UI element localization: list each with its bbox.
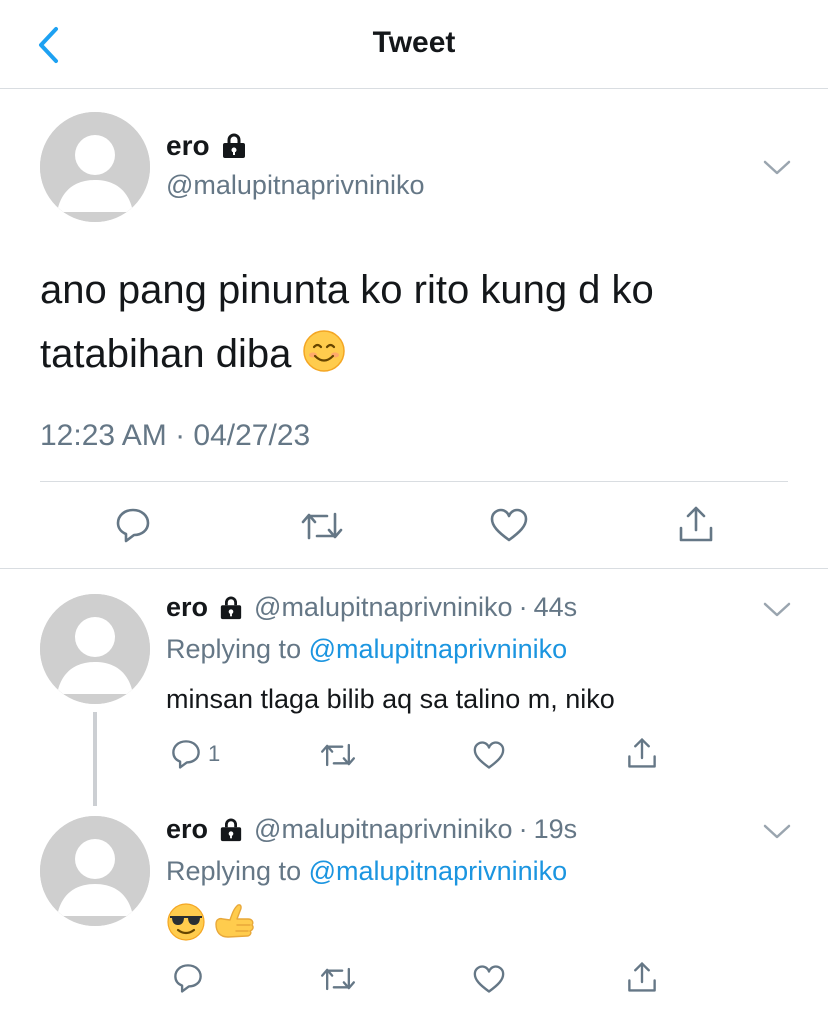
nav-bar: Tweet xyxy=(0,0,828,89)
author-name[interactable]: ero xyxy=(166,814,208,845)
reply-emoji-row xyxy=(166,902,256,942)
lock-icon xyxy=(220,596,242,619)
reply-time: 19s xyxy=(533,814,578,844)
lock-badge xyxy=(218,818,244,842)
reply-icon xyxy=(174,964,202,993)
replying-to-label: Replying to xyxy=(166,634,309,664)
share-button[interactable] xyxy=(677,504,715,544)
retweet-icon xyxy=(321,743,355,767)
like-button[interactable] xyxy=(472,740,506,770)
like-button[interactable] xyxy=(489,507,529,543)
default-avatar-icon xyxy=(40,594,150,704)
author-handle[interactable]: @malupitnaprivniniko xyxy=(254,592,513,623)
reply-button[interactable]: 1 xyxy=(170,738,220,770)
share-icon xyxy=(628,962,656,992)
like-icon xyxy=(473,965,505,993)
reply-header: ero @malupitnaprivniniko · 19s xyxy=(166,814,577,845)
chevron-down-icon[interactable] xyxy=(762,598,792,620)
section-divider xyxy=(0,568,828,569)
separator-dot: · xyxy=(518,814,528,844)
reply-button[interactable] xyxy=(114,506,152,544)
like-icon xyxy=(490,508,528,542)
reply-time: 44s xyxy=(533,592,578,622)
mention-link[interactable]: @malupitnaprivniniko xyxy=(309,634,568,664)
tweet-text: ano pang pinunta ko rito kung d ko tatab… xyxy=(40,258,800,386)
like-button[interactable] xyxy=(472,964,506,994)
chevron-down-icon[interactable] xyxy=(762,156,792,178)
sunglasses-face-icon xyxy=(167,903,205,941)
lock-badge xyxy=(218,596,244,620)
replying-to: Replying to @malupitnaprivniniko xyxy=(166,634,567,665)
tweet-timestamp: 12:23 AM · 04/27/23 xyxy=(40,419,311,452)
thread-connector xyxy=(93,712,97,806)
retweet-button[interactable] xyxy=(301,508,343,544)
avatar[interactable] xyxy=(40,816,150,926)
reply-icon xyxy=(172,740,200,769)
retweet-icon xyxy=(301,512,343,540)
divider xyxy=(40,481,788,482)
avatar[interactable] xyxy=(40,112,150,222)
retweet-icon xyxy=(321,967,355,991)
reply-count: 1 xyxy=(208,741,221,766)
call-me-hand-icon xyxy=(215,904,254,938)
mention-link[interactable]: @malupitnaprivniniko xyxy=(309,856,568,886)
lock-icon xyxy=(220,818,242,841)
author-name[interactable]: ero xyxy=(166,130,210,162)
avatar[interactable] xyxy=(40,594,150,704)
chevron-down-icon[interactable] xyxy=(762,820,792,842)
like-icon xyxy=(473,741,505,769)
smiling-face-icon xyxy=(303,330,346,372)
replying-to: Replying to @malupitnaprivniniko xyxy=(166,856,567,887)
author-handle[interactable]: @malupitnaprivniniko xyxy=(166,170,425,201)
lock-icon xyxy=(222,133,245,158)
retweet-button[interactable] xyxy=(320,740,356,770)
reply-text: minsan tlaga bilib aq sa talino m, niko xyxy=(166,684,615,714)
author-handle[interactable]: @malupitnaprivniniko xyxy=(254,814,513,845)
default-avatar-icon xyxy=(40,816,150,926)
author-name[interactable]: ero xyxy=(166,592,208,623)
tweet-actions xyxy=(0,500,828,550)
share-icon xyxy=(679,506,713,542)
author-name-row: ero xyxy=(166,130,248,162)
reply-icon xyxy=(116,508,150,543)
reply-header: ero @malupitnaprivniniko · 44s xyxy=(166,592,577,623)
page-title: Tweet xyxy=(372,26,456,59)
share-icon xyxy=(628,738,656,768)
share-button[interactable] xyxy=(626,960,658,994)
separator-dot: · xyxy=(518,592,528,622)
tweet-text-body: ano pang pinunta ko rito kung d ko tatab… xyxy=(40,268,654,376)
replying-to-label: Replying to xyxy=(166,856,309,886)
share-button[interactable] xyxy=(626,736,658,770)
default-avatar-icon xyxy=(40,112,150,222)
reply-button[interactable] xyxy=(172,962,210,994)
retweet-button[interactable] xyxy=(320,964,356,994)
